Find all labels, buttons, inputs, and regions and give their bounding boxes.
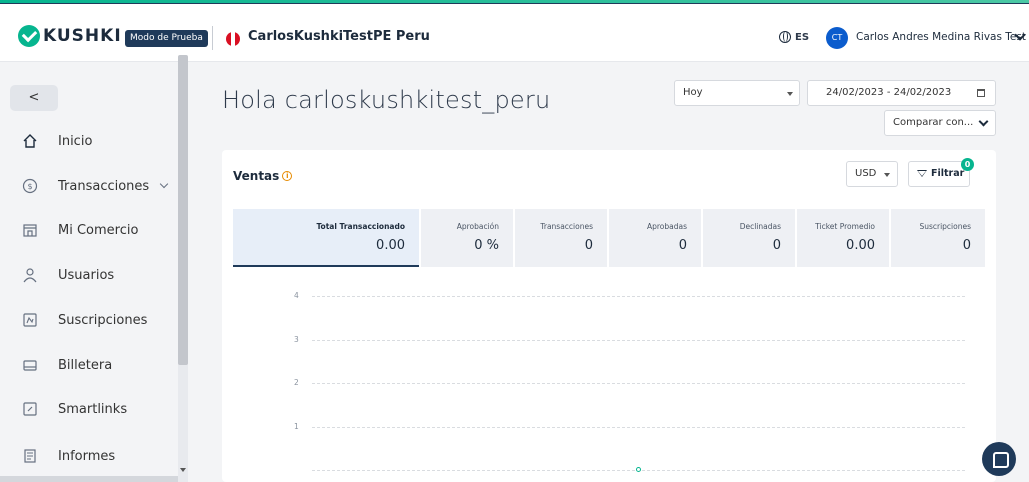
sidebar-horizontal-scrollbar[interactable] (0, 476, 178, 482)
sidebar-item-mi-comercio[interactable]: Mi Comercio (22, 219, 138, 241)
sales-card-title: Ventas i (233, 169, 293, 183)
sidebar-item-label: Inicio (58, 133, 93, 149)
home-icon (22, 133, 38, 149)
user-icon (22, 267, 38, 283)
metric-value: 0 % (474, 238, 499, 253)
wallet-icon (22, 357, 38, 373)
calendar-icon (977, 89, 985, 97)
metric-label: Suscripciones (919, 222, 971, 231)
filter-label: Filtrar (931, 168, 965, 179)
chart-gridline (312, 296, 965, 297)
dollar-icon: $ (22, 178, 38, 194)
metric-label: Declinadas (739, 222, 781, 231)
date-range-picker[interactable]: 24/02/2023 - 24/02/2023 (807, 80, 996, 106)
merchant-name[interactable]: CarlosKushkiTestPE Peru (248, 29, 430, 44)
sidebar-item-suscripciones[interactable]: Suscripciones (22, 309, 147, 331)
compare-select[interactable]: Comparar con... (884, 110, 996, 136)
filter-icon (917, 170, 927, 177)
language-code: ES (795, 31, 810, 43)
metric-value: 0 (772, 238, 781, 253)
header-divider (212, 26, 213, 50)
y-tick-label: 3 (294, 334, 299, 344)
sidebar-item-label: Suscripciones (58, 312, 148, 328)
metric-suscripciones[interactable]: Suscripciones 0 (891, 209, 985, 267)
date-range-value: 24/02/2023 - 24/02/2023 (826, 87, 952, 98)
metric-value: 0.00 (846, 238, 875, 253)
metric-value: 0 (678, 238, 687, 253)
link-icon (22, 401, 38, 417)
metric-label: Total Transaccionado (316, 222, 405, 231)
metric-transacciones[interactable]: Transacciones 0 (515, 209, 607, 267)
metric-total-transaccionado[interactable]: Total Transaccionado 0.00 (233, 209, 419, 267)
metric-label: Ticket Promedio (815, 222, 875, 231)
sidebar-item-label: Informes (58, 448, 116, 464)
collapse-sidebar-button[interactable]: < (10, 85, 58, 111)
user-avatar[interactable]: CT (826, 27, 848, 49)
sidebar-item-smartlinks[interactable]: Smartlinks (22, 398, 127, 420)
compare-label: Comparar con... (893, 117, 974, 128)
svg-text:$: $ (27, 182, 32, 191)
sales-title-text: Ventas (233, 169, 280, 183)
metric-value: 0 (584, 238, 593, 253)
top-header: KUSHKI Modo de Prueba CarlosKushkiTestPE… (0, 4, 1029, 62)
brand-logo[interactable]: KUSHKI (18, 25, 122, 47)
sidebar-item-label: Usuarios (58, 267, 115, 283)
language-selector[interactable]: ES (779, 31, 809, 43)
sidebar-item-billetera[interactable]: Billetera (22, 354, 112, 376)
report-icon (22, 448, 38, 464)
chevron-down-icon (978, 116, 989, 127)
y-tick-label: 2 (294, 378, 299, 387)
peru-flag-icon (226, 32, 240, 46)
sales-card: Ventas i USD Filtrar 0 Total Transaccion… (222, 150, 996, 482)
globe-icon (779, 31, 791, 43)
store-icon (22, 222, 38, 238)
period-select[interactable]: Hoy (674, 80, 800, 106)
chat-support-button[interactable] (982, 442, 1016, 476)
metric-label: Aprobación (456, 222, 499, 231)
currency-select[interactable]: USD (846, 161, 898, 187)
sidebar-item-usuarios[interactable]: Usuarios (22, 264, 114, 286)
period-value: Hoy (683, 87, 703, 98)
caret-down-icon (787, 92, 793, 96)
subscription-icon (22, 312, 38, 328)
sidebar-item-transacciones[interactable]: $ Transacciones (22, 175, 169, 197)
sidebar-item-label: Smartlinks (58, 401, 128, 417)
scroll-down-arrow-icon[interactable] (180, 468, 186, 472)
sidebar-item-inicio[interactable]: Inicio (22, 130, 92, 152)
metric-ticket-promedio[interactable]: Ticket Promedio 0.00 (797, 209, 889, 267)
metric-label: Transacciones (540, 222, 593, 231)
kushki-logo-icon (18, 25, 40, 47)
sidebar-item-label: Transacciones (58, 178, 150, 194)
metric-value: 0 (962, 238, 971, 253)
metric-aprobadas[interactable]: Aprobadas 0 (609, 209, 701, 267)
sidebar-item-label: Billetera (58, 357, 113, 373)
brand-name: KUSHKI (43, 26, 122, 46)
test-mode-badge: Modo de Prueba (125, 30, 208, 47)
chart-gridline (312, 339, 965, 341)
sidebar-item-label: Mi Comercio (58, 222, 139, 238)
metric-declinadas[interactable]: Declinadas 0 (703, 209, 795, 267)
chart-gridline (312, 426, 965, 428)
user-name[interactable]: Carlos Andres Medina Rivas Test (856, 31, 1026, 43)
sales-chart: 4 3 2 1 (222, 280, 996, 482)
chart-gridline (312, 383, 965, 384)
currency-value: USD (855, 168, 877, 179)
caret-down-icon (884, 173, 890, 177)
metric-value: 0.00 (376, 238, 405, 253)
info-icon[interactable]: i (282, 171, 293, 181)
chart-point[interactable] (635, 467, 641, 472)
y-tick-label: 4 (294, 291, 299, 300)
sidebar-scrollbar-thumb[interactable] (178, 55, 188, 365)
y-tick-label: 1 (294, 421, 299, 431)
page-title: Hola carloskushkitest_peru (222, 86, 551, 114)
filter-count-badge: 0 (961, 158, 974, 171)
metric-label: Aprobadas (646, 222, 687, 231)
chevron-down-icon (159, 179, 169, 189)
metric-aprobacion[interactable]: Aprobación 0 % (421, 209, 513, 267)
sidebar: < Inicio $ Transacciones Mi Comercio Usu… (0, 55, 190, 482)
metrics-row: Total Transaccionado 0.00 Aprobación 0 %… (233, 209, 985, 267)
sidebar-item-informes[interactable]: Informes (22, 445, 115, 467)
